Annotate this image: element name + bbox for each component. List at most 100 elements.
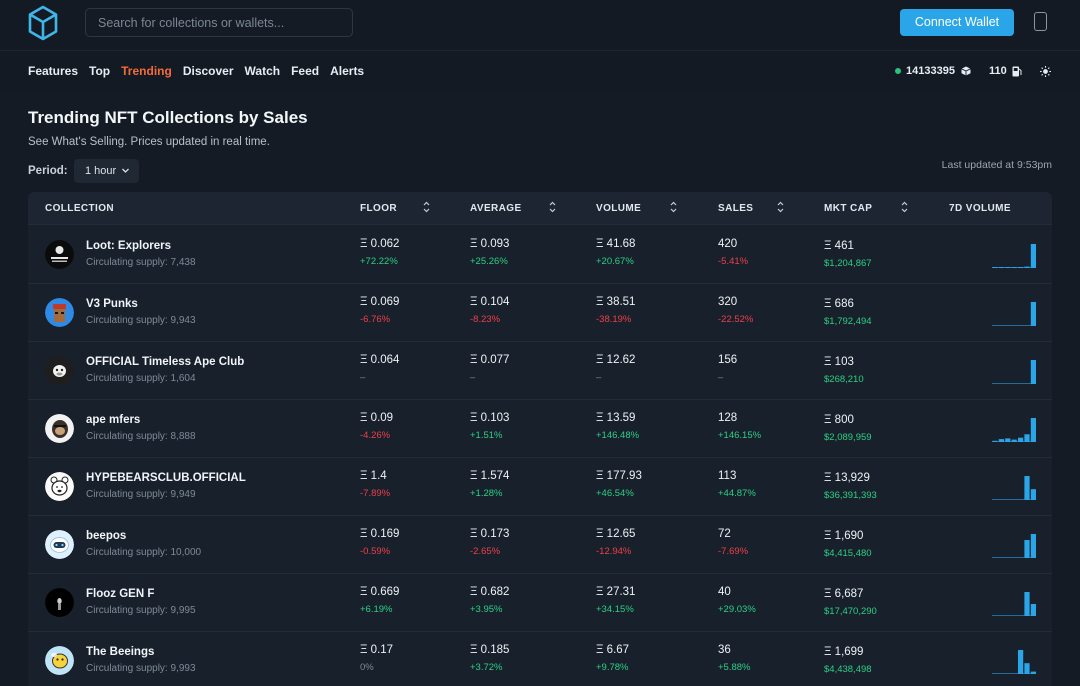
column-header-mkt-cap[interactable]: MKT CAP: [824, 203, 872, 214]
period-dropdown[interactable]: 1 hour: [74, 159, 139, 183]
market-cap-usd: $17,470,290: [824, 606, 877, 617]
sparkline-bar: [1005, 267, 1011, 268]
column-header-sales[interactable]: SALES: [718, 203, 753, 214]
floor-change: 0%: [360, 662, 374, 673]
collection-name[interactable]: beepos: [86, 530, 126, 542]
table-row[interactable]: The Beeings Circulating supply: 9,993 Ξ 0.…: [28, 632, 1052, 686]
chevron-down-icon: [122, 168, 129, 173]
sparkline-bar: [1024, 266, 1030, 268]
sort-arrows-icon[interactable]: [777, 201, 784, 213]
nav-item-top[interactable]: Top: [89, 64, 110, 78]
circulating-supply: Circulating supply: 9,949: [86, 489, 196, 500]
table-row[interactable]: V3 Punks Circulating supply: 9,943 Ξ 0.069…: [28, 284, 1052, 342]
sort-arrows-icon[interactable]: [901, 201, 908, 213]
collection-avatar[interactable]: [45, 472, 74, 501]
floor-change: –: [360, 372, 366, 383]
column-header-7d-volume: 7D VOLUME: [949, 203, 1011, 214]
page-subtitle: See What's Selling. Prices updated in re…: [28, 136, 270, 148]
sort-arrows-icon[interactable]: [549, 201, 556, 213]
sparkline-bar: [1030, 360, 1036, 384]
market-cap-eth: Ξ 800: [824, 414, 854, 426]
period-label: Period:: [28, 165, 68, 177]
theme-toggle-sun-icon[interactable]: [1039, 65, 1051, 77]
mobile-device-icon[interactable]: [1034, 12, 1047, 31]
collection-avatar[interactable]: [45, 588, 74, 617]
market-cap-eth: Ξ 6,687: [824, 588, 864, 600]
sparkline-bar: [1030, 604, 1036, 616]
table-row[interactable]: HYPEBEARSCLUB.OFFICIAL Circulating supply…: [28, 458, 1052, 516]
collection-name[interactable]: Loot: Explorers: [86, 240, 171, 252]
block-number: 14133395: [906, 65, 955, 77]
seven-day-volume-sparkline: [992, 302, 1036, 326]
seven-day-volume-sparkline: [992, 650, 1036, 674]
circulating-supply: Circulating supply: 7,438: [86, 257, 196, 268]
search-input[interactable]: Search for collections or wallets...: [85, 8, 353, 37]
average-price: Ξ 0.104: [470, 296, 510, 308]
average-change: –: [470, 372, 476, 383]
collection-name[interactable]: OFFICIAL Timeless Ape Club: [86, 356, 244, 368]
sales-change: –: [718, 372, 724, 383]
volume-value: Ξ 13.59: [596, 412, 636, 424]
seven-day-volume-sparkline: [992, 360, 1036, 384]
gas-pump-icon: [1012, 66, 1022, 76]
volume-change: -38.19%: [596, 314, 632, 325]
connect-wallet-button[interactable]: Connect Wallet: [900, 9, 1014, 36]
nav-item-watch[interactable]: Watch: [245, 64, 281, 78]
collection-name[interactable]: ape mfers: [86, 414, 140, 426]
collection-avatar[interactable]: [45, 356, 74, 385]
collection-name[interactable]: Flooz GEN F: [86, 588, 154, 600]
nav-item-feed[interactable]: Feed: [291, 64, 319, 78]
collection-name[interactable]: V3 Punks: [86, 298, 138, 310]
market-cap-eth: Ξ 461: [824, 240, 854, 252]
volume-value: Ξ 12.65: [596, 528, 636, 540]
collection-avatar[interactable]: [45, 240, 74, 269]
circulating-supply: Circulating supply: 8,888: [86, 431, 196, 442]
page-title: Trending NFT Collections by Sales: [28, 108, 308, 127]
sales-count: 320: [718, 296, 738, 308]
nav-item-trending[interactable]: Trending: [121, 64, 172, 78]
cube-logo-icon[interactable]: [27, 5, 59, 41]
column-header-average[interactable]: AVERAGE: [470, 203, 522, 214]
average-price: Ξ 1.574: [470, 470, 510, 482]
collection-avatar[interactable]: [45, 298, 74, 327]
table-row[interactable]: OFFICIAL Timeless Ape Club Circulating su…: [28, 342, 1052, 400]
sort-arrows-icon[interactable]: [670, 201, 677, 213]
sparkline-bar: [1005, 438, 1011, 442]
volume-change: –: [596, 372, 602, 383]
circulating-supply: Circulating supply: 9,993: [86, 663, 196, 674]
collection-name[interactable]: The Beeings: [86, 646, 154, 658]
column-header-floor[interactable]: FLOOR: [360, 203, 397, 214]
sparkline-bar: [992, 440, 998, 442]
nav-item-features[interactable]: Features: [28, 64, 78, 78]
collection-avatar[interactable]: [45, 414, 74, 443]
market-cap-usd: $4,438,498: [824, 664, 872, 675]
sales-change: -5.41%: [718, 256, 749, 267]
circulating-supply: Circulating supply: 10,000: [86, 547, 202, 558]
sales-count: 128: [718, 412, 738, 424]
table-row[interactable]: Flooz GEN F Circulating supply: 9,995 Ξ 0.…: [28, 574, 1052, 632]
sparkline-bar: [1018, 267, 1024, 268]
sales-change: +44.87%: [718, 488, 756, 499]
column-header-volume[interactable]: VOLUME: [596, 203, 641, 214]
seven-day-volume-sparkline: [992, 534, 1036, 558]
collection-avatar[interactable]: [45, 646, 74, 675]
collection-avatar[interactable]: [45, 530, 74, 559]
nav-item-alerts[interactable]: Alerts: [330, 64, 364, 78]
table-header: COLLECTION FLOOR AVERAGE VOLUME SALES MKT CAP…: [28, 192, 1052, 225]
sort-arrows-icon[interactable]: [423, 201, 430, 213]
table-row[interactable]: beepos Circulating supply: 10,000 Ξ 0.169 -…: [28, 516, 1052, 574]
table-row[interactable]: ape mfers Circulating supply: 8,888 Ξ 0.09…: [28, 400, 1052, 458]
sales-change: +29.03%: [718, 604, 756, 615]
floor-value: Ξ 0.17: [360, 644, 394, 656]
volume-change: +20.67%: [596, 256, 634, 267]
sparkline-bar: [1011, 439, 1017, 442]
average-change: +1.51%: [470, 430, 503, 441]
seven-day-volume-sparkline: [992, 592, 1036, 616]
nav-item-discover[interactable]: Discover: [183, 64, 234, 78]
collection-name[interactable]: HYPEBEARSCLUB.OFFICIAL: [86, 472, 246, 484]
average-change: +25.26%: [470, 256, 508, 267]
floor-change: +72.22%: [360, 256, 398, 267]
table-row[interactable]: Loot: Explorers Circulating supply: 7,438…: [28, 226, 1052, 284]
seven-day-volume-sparkline: [992, 418, 1036, 442]
seven-day-volume-sparkline: [992, 476, 1036, 500]
